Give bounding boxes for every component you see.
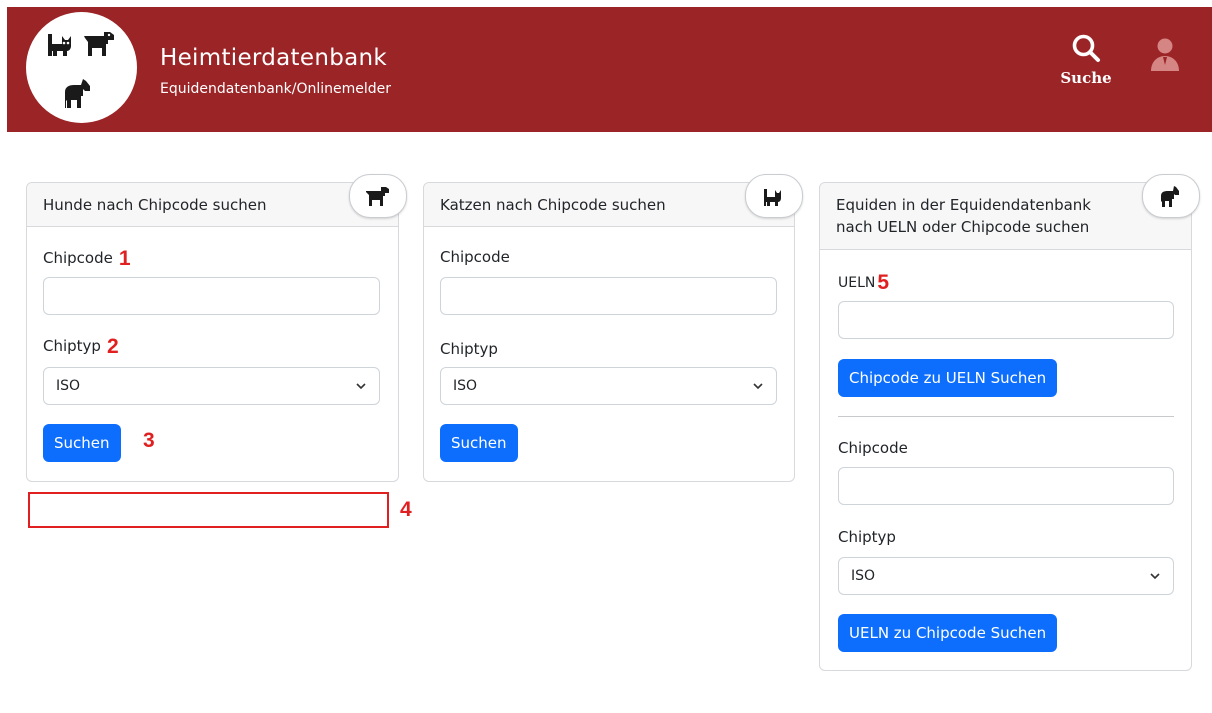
card-title: Hunde nach Chipcode suchen	[43, 195, 267, 214]
cat-search-card: Katzen nach Chipcode suchen Chipcode Chi…	[423, 182, 795, 482]
chipcode-input[interactable]	[43, 277, 380, 315]
nav-search-label: Suche	[1060, 69, 1112, 87]
annotation-5: 5	[877, 271, 890, 294]
app-title: Heimtierdatenbank	[160, 45, 387, 71]
card-header: Equiden in der Equidendatenbank nach UEL…	[820, 183, 1191, 250]
annotation-4: 4	[400, 498, 412, 521]
ueln-label: UELN5	[838, 271, 889, 295]
ueln-input[interactable]	[838, 301, 1174, 339]
horse-icon	[65, 79, 90, 108]
card-title: Katzen nach Chipcode suchen	[440, 195, 666, 214]
ueln-label-text: UELN	[838, 275, 876, 291]
card-header: Katzen nach Chipcode suchen	[424, 183, 794, 227]
cat-badge	[745, 174, 803, 218]
chipcode-zu-ueln-button[interactable]: Chipcode zu UELN Suchen	[838, 359, 1058, 397]
chevron-down-icon	[1150, 573, 1160, 580]
dog-icon	[84, 32, 114, 56]
result-area	[28, 492, 389, 528]
dog-badge	[349, 174, 407, 218]
chipcode-input[interactable]	[440, 277, 777, 315]
section-divider	[838, 416, 1174, 417]
chiptyp-label: Chiptyp	[838, 528, 896, 546]
cat-icon	[764, 189, 781, 206]
equid-search-card: Equiden in der Equidendatenbank nach UEL…	[819, 182, 1192, 671]
annotation-1: 1	[118, 247, 131, 270]
cat-icon	[48, 34, 71, 56]
app-logo[interactable]	[26, 12, 137, 123]
search-icon	[1072, 34, 1100, 62]
horse-icon	[1161, 186, 1179, 207]
annotation-2: 2	[106, 335, 119, 358]
chiptyp-selected: ISO	[851, 568, 876, 584]
dog-search-card: Hunde nach Chipcode suchen Chipcode 1 Chi…	[26, 182, 399, 482]
ueln-zu-chipcode-button[interactable]: UELN zu Chipcode Suchen	[838, 614, 1058, 652]
chipcode-label: Chipcode 1	[43, 247, 131, 271]
chiptyp-select[interactable]: ISO	[43, 367, 380, 405]
app-header: Heimtierdatenbank Equidendatenbank/Onlin…	[7, 7, 1212, 132]
chiptyp-select[interactable]: ISO	[440, 367, 777, 405]
chiptyp-selected: ISO	[56, 378, 81, 394]
nav-search-link[interactable]: Suche	[1051, 33, 1121, 87]
chiptyp-label: Chiptyp 2	[43, 335, 119, 359]
card-title-line1: Equiden in der Equidendatenbank	[836, 196, 1091, 214]
horse-badge	[1142, 174, 1200, 218]
chipcode-input[interactable]	[838, 467, 1174, 505]
card-header: Hunde nach Chipcode suchen	[27, 183, 398, 227]
chiptyp-select[interactable]: ISO	[838, 557, 1174, 595]
chevron-down-icon	[753, 383, 763, 390]
chipcode-label: Chipcode	[440, 248, 510, 266]
dog-search-button[interactable]: Suchen	[43, 424, 121, 462]
chiptyp-label-text: Chiptyp	[43, 337, 101, 355]
chipcode-label: Chipcode	[838, 439, 908, 457]
chiptyp-selected: ISO	[453, 378, 478, 394]
chevron-down-icon	[356, 383, 366, 390]
dog-icon	[366, 187, 389, 206]
card-title-line2: nach UELN oder Chipcode suchen	[836, 218, 1090, 236]
chiptyp-label: Chiptyp	[440, 340, 498, 358]
user-menu[interactable]	[1149, 37, 1181, 78]
app-subtitle: Equidendatenbank/Onlinemelder	[160, 81, 392, 97]
annotation-3: 3	[143, 429, 155, 452]
chipcode-label-text: Chipcode	[43, 249, 113, 267]
user-icon	[1151, 38, 1179, 71]
cat-search-button[interactable]: Suchen	[440, 424, 518, 462]
